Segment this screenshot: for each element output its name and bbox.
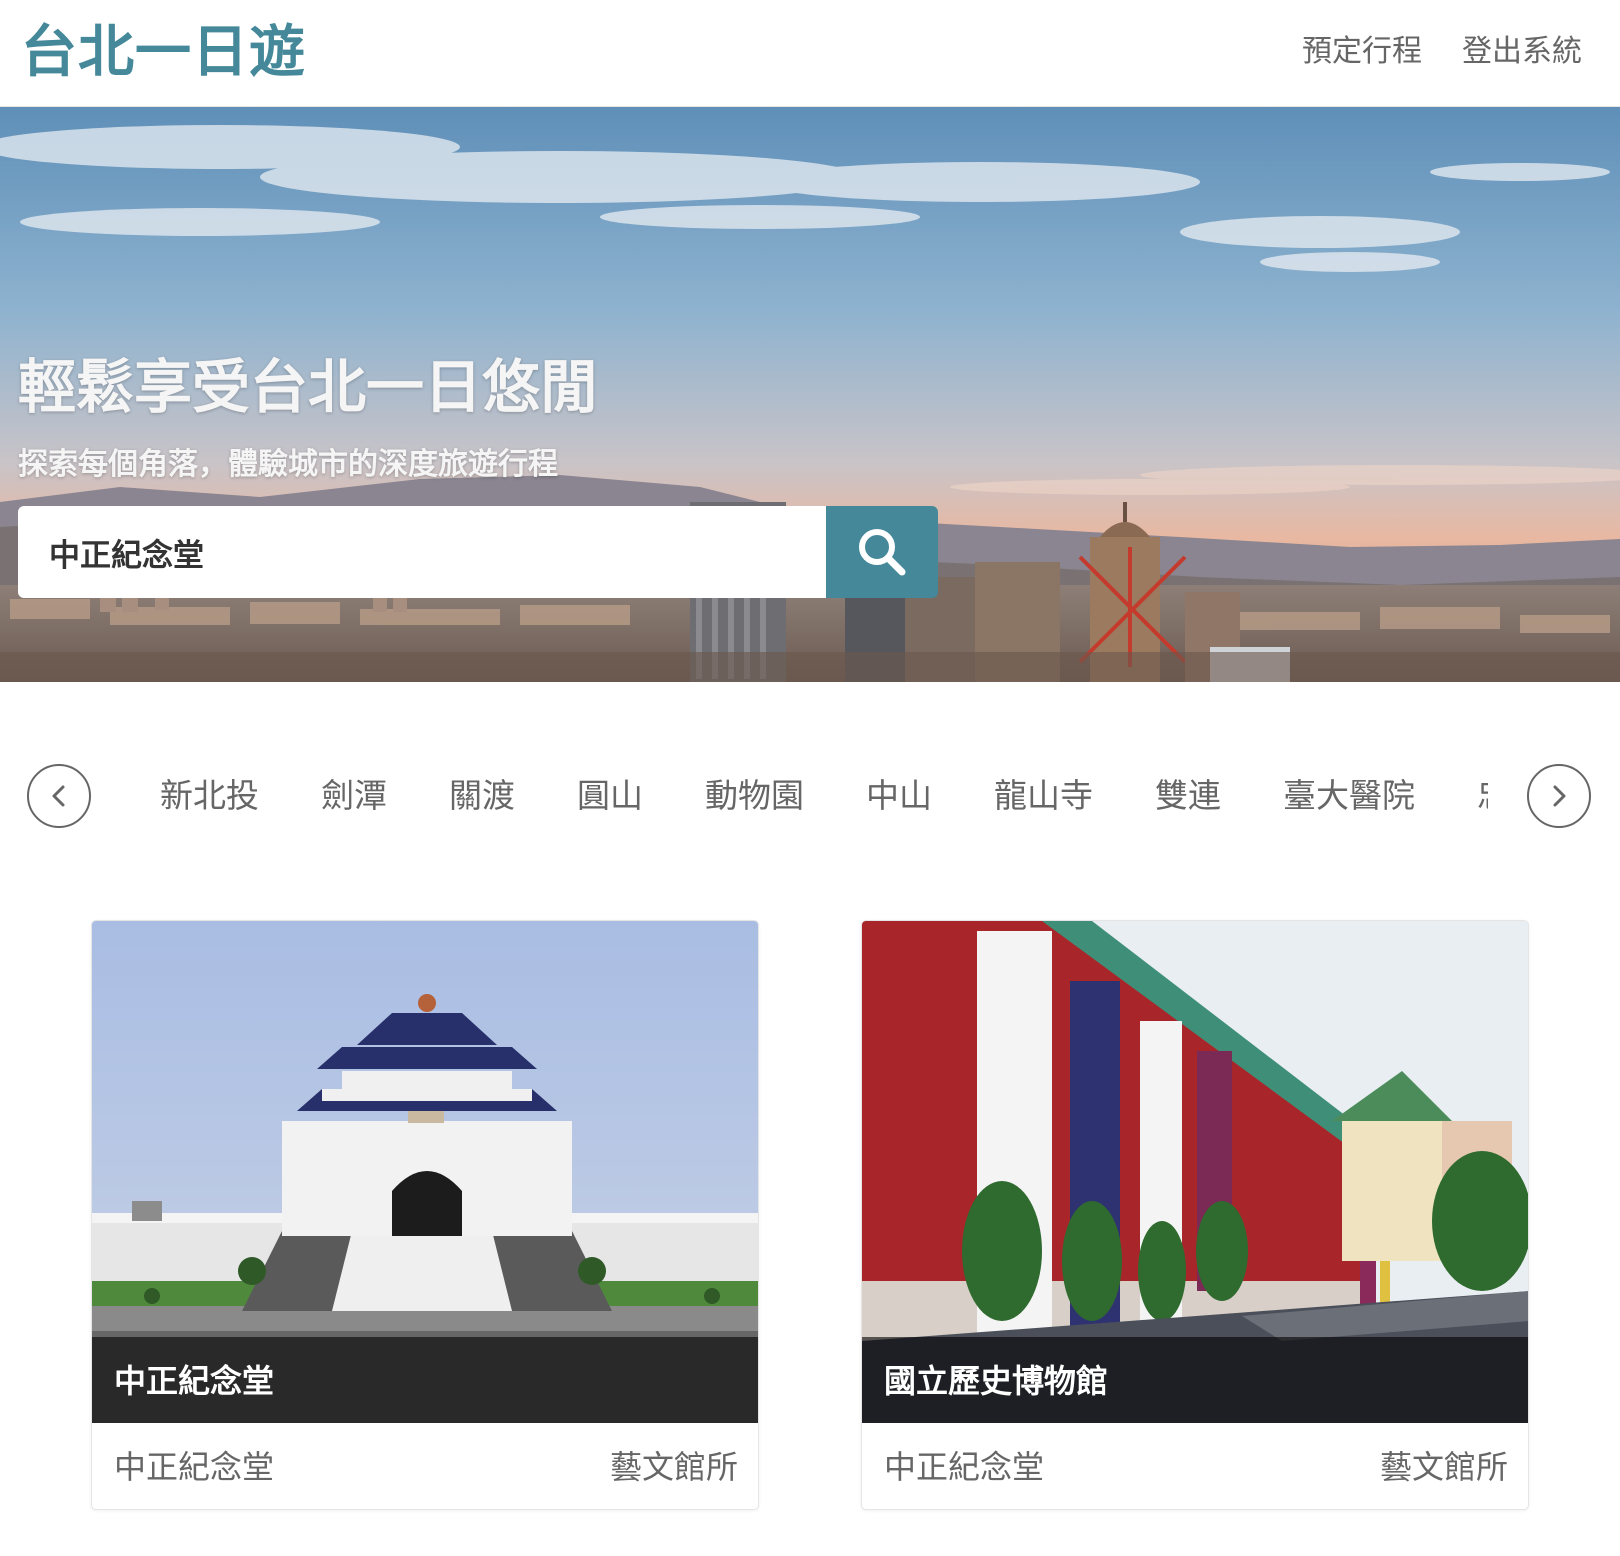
site-logo[interactable]: 台北一日遊 (21, 18, 306, 88)
attraction-card[interactable]: 國立歷史博物館 中正紀念堂 藝文館所 (861, 920, 1529, 1510)
category-item-jiantan[interactable]: 劍潭 (321, 762, 387, 830)
nav-links: 預定行程 登出系統 (1302, 30, 1582, 74)
search-button[interactable] (826, 506, 938, 598)
attraction-category: 藝文館所 (609, 1448, 738, 1486)
attraction-image-cks-memorial-hall: 中正紀念堂 (92, 921, 758, 1423)
chevron-left-icon (52, 785, 65, 807)
search-icon (859, 529, 906, 576)
attraction-mrt-station: 中正紀念堂 (114, 1448, 275, 1486)
attraction-mrt-station: 中正紀念堂 (884, 1448, 1045, 1486)
card-footer: 中正紀念堂 藝文館所 (92, 1423, 758, 1509)
hero-banner: 輕鬆享受台北一日悠閒 探索每個角落，體驗城市的深度旅遊行程 (0, 107, 1620, 682)
mrt-category-carousel: 新北投 劍潭 關渡 圓山 動物園 中山 龍山寺 雙連 臺大醫院 忠孝 (0, 762, 1620, 830)
nav-booking-link[interactable]: 預定行程 (1302, 30, 1422, 74)
category-item-xinbeitou[interactable]: 新北投 (160, 762, 259, 830)
category-item-zhongxiao[interactable]: 忠孝 (1477, 762, 1488, 830)
category-item-ntu-hospital[interactable]: 臺大醫院 (1283, 762, 1415, 830)
category-item-shuanglian[interactable]: 雙連 (1155, 762, 1221, 830)
card-footer: 中正紀念堂 藝文館所 (862, 1423, 1528, 1509)
attraction-name: 中正紀念堂 (114, 1362, 275, 1400)
nav-logout-link[interactable]: 登出系統 (1462, 30, 1582, 74)
chevron-right-icon (1553, 785, 1566, 807)
attraction-name: 國立歷史博物館 (884, 1362, 1109, 1400)
carousel-next-button[interactable] (1527, 764, 1591, 828)
top-nav-bar: 台北一日遊 預定行程 登出系統 (0, 0, 1620, 107)
search-bar (18, 506, 938, 598)
category-item-zoo[interactable]: 動物園 (705, 762, 804, 830)
attraction-category: 藝文館所 (1379, 1448, 1508, 1486)
hero-subtitle: 探索每個角落，體驗城市的深度旅遊行程 (18, 447, 558, 482)
attraction-image-history-museum: 國立歷史博物館 (862, 921, 1528, 1423)
category-item-zhongshan[interactable]: 中山 (866, 762, 932, 830)
carousel-prev-button[interactable] (27, 764, 91, 828)
category-list: 新北投 劍潭 關渡 圓山 動物園 中山 龍山寺 雙連 臺大醫院 忠孝 (160, 762, 1488, 830)
attraction-card[interactable]: 中正紀念堂 中正紀念堂 藝文館所 (91, 920, 759, 1510)
hero-title: 輕鬆享受台北一日悠閒 (18, 353, 599, 421)
category-item-longshan-temple[interactable]: 龍山寺 (994, 762, 1093, 830)
search-input[interactable] (18, 506, 826, 598)
category-item-yuanshan[interactable]: 圓山 (577, 762, 643, 830)
category-item-guandu[interactable]: 關渡 (449, 762, 515, 830)
